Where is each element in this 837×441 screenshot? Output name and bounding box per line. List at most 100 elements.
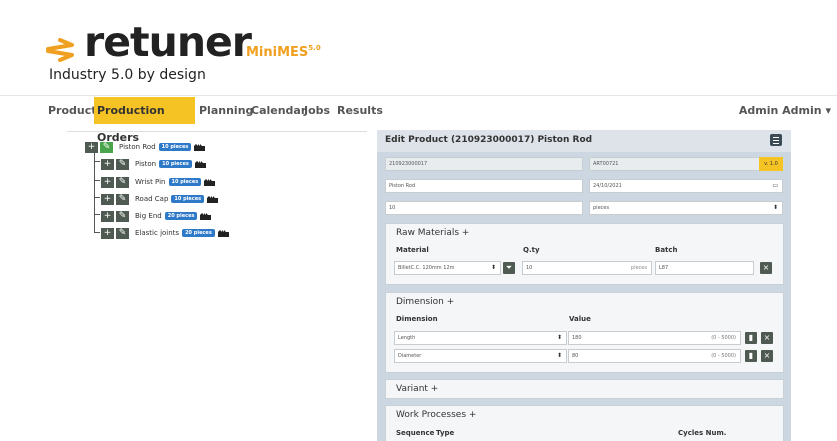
add-work-process-button[interactable]: +	[469, 410, 477, 420]
edit-icon[interactable]: ✎	[100, 141, 113, 153]
tree-node-label[interactable]: Elastic joints	[135, 229, 179, 237]
qty-badge: 10 pieces	[171, 195, 205, 203]
qty-badge: 20 pieces	[182, 229, 215, 237]
panel-header: Edit Product (210923000017) Piston Rod	[377, 130, 791, 152]
factory-icon	[194, 144, 206, 151]
qty-badge: 10 pieces	[159, 160, 192, 168]
tree-node-label[interactable]: Road Cap	[135, 195, 168, 203]
tree-node-child[interactable]: + ✎ Big End 20 pieces	[101, 209, 212, 223]
tree-node-root[interactable]: + ✎ Piston Rod 10 pieces	[85, 140, 206, 154]
material-select[interactable]: BilletC.C. 120mm 12m ⬍	[394, 261, 501, 275]
plus-icon[interactable]: +	[101, 158, 114, 170]
version-badge: v. 1.0	[759, 157, 783, 171]
remove-dimension-button[interactable]: ×	[761, 350, 773, 362]
material-qty-field[interactable]: 10 pieces	[522, 261, 652, 275]
user-menu[interactable]: Admin Admin ▾	[739, 97, 831, 124]
plus-icon[interactable]: +	[101, 227, 114, 239]
sequence-header: Sequence	[396, 429, 435, 437]
tree-node-child[interactable]: + ✎ Road Cap 10 pieces	[101, 192, 219, 206]
tree-node-child[interactable]: + ✎ Elastic joints 20 pieces	[101, 226, 229, 240]
tree-node-label[interactable]: Piston Rod	[119, 143, 156, 151]
material-header: Material	[396, 246, 429, 254]
select-arrow-icon: ⬍	[490, 264, 496, 271]
dimension-header: Dimension	[396, 315, 438, 323]
select-arrow-icon: ⬍	[772, 204, 778, 211]
edit-icon[interactable]: ✎	[116, 210, 129, 222]
product-name-field[interactable]: Piston Rod	[385, 179, 583, 193]
cycles-header: Cycles Num.	[678, 429, 727, 437]
select-arrow-icon: ⬍	[556, 334, 562, 341]
dimension-value-field[interactable]: 180 (0 - 5000)	[568, 331, 741, 345]
dimension-select[interactable]: Diameter ⬍	[394, 349, 567, 363]
calendar-icon[interactable]: ▭	[772, 180, 778, 192]
qty-badge: 20 pieces	[164, 212, 198, 220]
edit-icon[interactable]: ✎	[116, 193, 129, 205]
nav-results[interactable]: Results	[334, 97, 386, 124]
factory-icon	[200, 213, 212, 220]
edit-icon[interactable]: ✎	[116, 158, 129, 170]
plus-icon[interactable]: +	[101, 176, 114, 188]
work-processes-title: Work Processes +	[396, 410, 477, 420]
tree-node-label[interactable]: Piston	[135, 160, 156, 168]
tree-branch	[94, 161, 100, 162]
quantity-field[interactable]: 10	[385, 201, 583, 215]
unit-select[interactable]: pieces ⬍	[589, 201, 783, 215]
date-field[interactable]: 24/10/2021 ▭	[589, 179, 783, 193]
delete-icon[interactable]: ▮	[745, 350, 757, 362]
remove-dimension-button[interactable]: ×	[761, 332, 773, 344]
factory-icon	[217, 230, 229, 237]
product-name: MiniMES5.0	[246, 44, 321, 60]
factory-icon	[204, 179, 216, 186]
edit-icon[interactable]: ✎	[116, 227, 129, 239]
dimension-select[interactable]: Length ⬍	[394, 331, 567, 345]
tree-node-child[interactable]: + ✎ Piston 10 pieces	[101, 157, 206, 171]
tree-branch	[94, 232, 100, 233]
tree-node-label[interactable]: Big End	[135, 212, 162, 220]
product-code-field[interactable]: 210923000017	[385, 157, 583, 171]
panel-title: Edit Product (210923000017) Piston Rod	[385, 135, 593, 145]
article-code-field[interactable]: ART00721	[589, 157, 761, 171]
chevron-down-icon: ▾	[825, 104, 831, 117]
value-header: Value	[569, 315, 591, 323]
retuner-logo-icon	[46, 38, 74, 62]
raw-materials-title: Raw Materials +	[396, 228, 470, 238]
add-dimension-button[interactable]: +	[447, 297, 455, 307]
tree-branch	[94, 180, 100, 181]
factory-icon	[194, 161, 206, 168]
tree-node-label[interactable]: Wrist Pin	[135, 178, 166, 186]
brand-name: retuner	[84, 18, 252, 66]
variant-card: Variant +	[385, 379, 784, 399]
add-raw-material-button[interactable]: +	[462, 228, 470, 238]
tagline: Industry 5.0 by design	[49, 67, 206, 83]
menu-icon[interactable]	[770, 134, 782, 146]
delete-icon[interactable]: ▮	[745, 332, 757, 344]
plus-icon[interactable]: +	[85, 141, 98, 153]
type-header: Type	[436, 429, 455, 437]
tree-node-child[interactable]: + ✎ Wrist Pin 10 pieces	[101, 175, 216, 189]
tree-branch	[94, 214, 100, 215]
edit-icon[interactable]: ✎	[116, 176, 129, 188]
plus-icon[interactable]: +	[101, 193, 114, 205]
main-nav: Products Production Orders Planning Cale…	[0, 97, 837, 144]
qty-badge: 10 pieces	[158, 143, 192, 151]
plus-icon[interactable]: +	[101, 210, 114, 222]
qty-header: Q.ty	[523, 246, 540, 254]
raw-materials-card: Raw Materials + Material Q.ty Batch	[385, 223, 784, 285]
nav-production-orders[interactable]: Production Orders	[94, 97, 195, 144]
batch-header: Batch	[655, 246, 678, 254]
add-variant-button[interactable]: +	[431, 384, 439, 394]
select-arrow-icon: ⬍	[556, 352, 562, 359]
dimension-value-field[interactable]: 80 (0 - 5000)	[568, 349, 741, 363]
factory-icon	[207, 196, 219, 203]
batch-field[interactable]: L87	[655, 261, 754, 275]
nav-jobs[interactable]: Jobs	[301, 97, 333, 124]
app-header: retuner MiniMES5.0 Industry 5.0 by desig…	[0, 0, 837, 96]
remove-material-button[interactable]: ×	[760, 262, 772, 274]
tree-connector	[94, 146, 95, 233]
dimension-title: Dimension +	[396, 297, 455, 307]
variant-title: Variant +	[396, 384, 439, 394]
work-processes-card: Work Processes + Sequence Type Cycles Nu…	[385, 405, 784, 441]
tree-branch	[94, 197, 100, 198]
qty-badge: 10 pieces	[168, 178, 202, 186]
filter-icon[interactable]: ⏷	[503, 262, 515, 274]
